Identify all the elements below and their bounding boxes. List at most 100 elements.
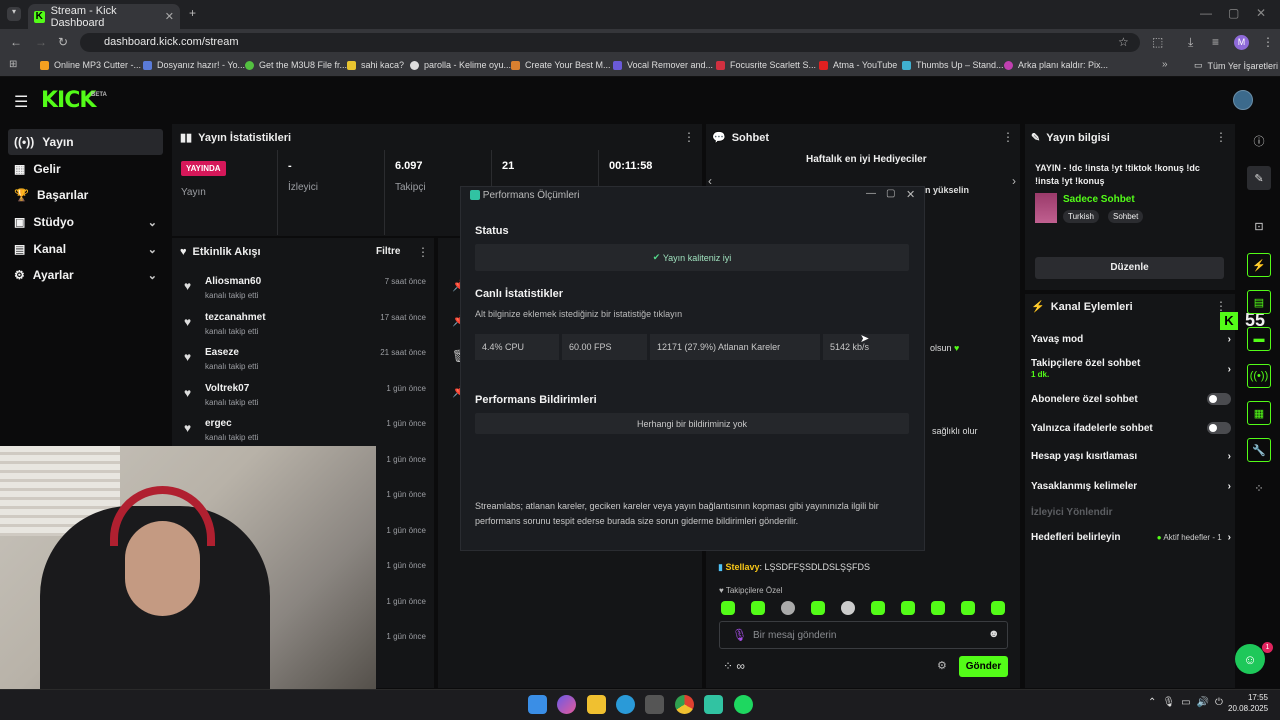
panel-menu-icon[interactable]: ⋮ xyxy=(1002,130,1014,144)
emote-icon[interactable] xyxy=(751,601,765,615)
bookmark-item[interactable]: Online MP3 Cutter -... xyxy=(40,60,141,70)
wrench-icon[interactable]: 🔧 xyxy=(1247,438,1271,462)
browser-menu-icon[interactable]: ⋮ xyxy=(1262,35,1274,49)
goals-row[interactable]: Hedefleri belirleyin ● Aktif hedefler - 1… xyxy=(1031,532,1231,543)
bookmark-item[interactable]: Arka planı kaldır: Pix... xyxy=(1004,60,1108,70)
chrome-icon[interactable] xyxy=(675,695,694,714)
tab-list-button[interactable]: ▾ xyxy=(7,7,21,21)
new-tab-icon[interactable]: + xyxy=(189,6,196,20)
user-avatar[interactable] xyxy=(1233,90,1253,110)
emote-icon[interactable] xyxy=(931,601,945,615)
bookmark-item[interactable]: Get the M3U8 File fr... xyxy=(245,60,347,70)
start-icon[interactable] xyxy=(528,695,547,714)
close-window-icon[interactable]: ✕ xyxy=(1256,6,1266,20)
emote-icon[interactable] xyxy=(991,601,1005,615)
redirect-viewers-row[interactable]: İzleyici Yönlendir xyxy=(1031,507,1231,518)
sidebar-item-settings[interactable]: ⚙ Ayarlar ⌄ xyxy=(8,262,163,288)
store-icon[interactable] xyxy=(645,695,664,714)
info-icon[interactable]: ⓘ xyxy=(1247,129,1271,153)
bookmark-item[interactable]: Thumbs Up – Stand... xyxy=(902,60,1004,70)
bookmarks-overflow-icon[interactable]: » xyxy=(1162,59,1168,70)
bookmark-item[interactable]: Dosyanız hazır! - Yo... xyxy=(143,60,245,70)
chat-bubble-icon[interactable]: ▬ xyxy=(1247,327,1271,351)
emote-icon[interactable] xyxy=(721,601,735,615)
panel-menu-icon[interactable]: ⋮ xyxy=(1215,130,1227,144)
sidebar-item-studio[interactable]: ▣ Stüdyo ⌄ xyxy=(8,209,163,235)
bookmark-star-icon[interactable]: ☆ xyxy=(1118,35,1129,49)
fps-stat[interactable]: 60.00 FPS xyxy=(562,334,647,360)
notes-icon[interactable]: ▤ xyxy=(1247,290,1271,314)
dots-cluster-icon[interactable]: ⁘ xyxy=(1247,476,1271,500)
send-button[interactable]: Gönder xyxy=(959,656,1008,677)
bookmark-item[interactable]: Atma - YouTube xyxy=(819,60,897,70)
tray-icons[interactable]: ⌃🎙▭🔊⏻ xyxy=(1148,697,1229,708)
emote-icon[interactable] xyxy=(961,601,975,615)
account-age-row[interactable]: Hesap yaşı kısıtlaması › xyxy=(1031,451,1231,462)
emote-icon[interactable] xyxy=(901,601,915,615)
sidebar-item-channel[interactable]: ▤ Kanal ⌄ xyxy=(8,236,163,262)
dropped-frames-stat[interactable]: 12171 (27.9%) Atlanan Kareler xyxy=(650,334,820,360)
cpu-stat[interactable]: 4.4% CPU xyxy=(475,334,559,360)
minimize-icon[interactable]: — xyxy=(1200,6,1212,20)
viewers-stat[interactable]: - İzleyici xyxy=(277,150,384,235)
sidebar-item-revenue[interactable]: ▦ Gelir xyxy=(8,156,163,182)
edit-button[interactable]: Düzenle xyxy=(1035,257,1224,279)
copilot-icon[interactable] xyxy=(557,695,576,714)
streamlabs-taskbar-icon[interactable] xyxy=(704,695,723,714)
chevron-right-icon[interactable]: › xyxy=(1012,174,1016,188)
media-icon[interactable]: ≡ xyxy=(1212,35,1219,49)
edge-icon[interactable] xyxy=(616,695,635,714)
chat-input[interactable]: 🎙 Bir mesaj gönderin ☻ xyxy=(719,621,1008,649)
hamburger-menu-icon[interactable]: ☰ xyxy=(14,92,28,112)
panel-menu-icon[interactable]: ⋮ xyxy=(417,245,429,259)
panel-menu-icon[interactable]: ⋮ xyxy=(683,130,695,144)
emote-icon[interactable] xyxy=(871,601,885,615)
sidebar-item-achievements[interactable]: 🏆 Başarılar xyxy=(8,182,163,208)
banned-words-row[interactable]: Yasaklanmış kelimeler › xyxy=(1031,481,1231,492)
edit-icon[interactable]: ✎ xyxy=(1247,166,1271,190)
browser-tab[interactable]: K Stream - Kick Dashboard ✕ xyxy=(28,4,180,29)
filter-button[interactable]: Filtre xyxy=(376,246,400,257)
modal-maximize-icon[interactable]: ▢ xyxy=(886,188,895,199)
emote-icon[interactable] xyxy=(781,601,795,615)
modal-close-icon[interactable]: ✕ xyxy=(906,188,915,201)
layout-icon[interactable]: ▦ xyxy=(1247,401,1271,425)
back-icon[interactable]: ← xyxy=(10,35,22,49)
emote-icon[interactable] xyxy=(841,601,855,615)
bookmark-item[interactable]: parolla - Kelime oyu... xyxy=(410,60,511,70)
emote-chat-toggle[interactable] xyxy=(1207,422,1231,434)
bookmark-item[interactable]: Create Your Best M... xyxy=(511,60,611,70)
emoji-icon[interactable]: ☻ xyxy=(988,628,1000,640)
download-icon[interactable]: ⤓ xyxy=(1188,35,1193,50)
support-chat-button[interactable]: ☺ xyxy=(1235,644,1265,674)
subs-chat-toggle[interactable] xyxy=(1207,393,1231,405)
mic-icon[interactable]: 🎙 xyxy=(732,628,747,642)
bookmark-item[interactable]: Vocal Remover and... xyxy=(613,60,713,70)
bookmark-item[interactable]: Focusrite Scarlett S... xyxy=(716,60,816,70)
broadcast-icon[interactable]: ((•)) xyxy=(1247,364,1271,388)
url-field[interactable]: dashboard.kick.com/stream xyxy=(80,33,1140,52)
file-explorer-icon[interactable] xyxy=(587,695,606,714)
gear-icon[interactable]: ⚙ xyxy=(937,659,947,672)
infinity-icon[interactable]: ⁘ ∞ xyxy=(723,659,745,673)
panel-menu-icon[interactable]: ⋮ xyxy=(1215,299,1227,313)
reload-icon[interactable]: ↻ xyxy=(58,35,68,49)
emote-icon[interactable] xyxy=(811,601,825,615)
maximize-icon[interactable]: ▢ xyxy=(1228,6,1239,20)
slow-mode-row[interactable]: Yavaş mod › xyxy=(1031,334,1231,345)
category-name[interactable]: Sadece Sohbet xyxy=(1063,194,1135,205)
forward-icon[interactable]: → xyxy=(35,35,47,49)
extensions-icon[interactable]: ⬚ xyxy=(1152,35,1163,49)
followers-chat-row[interactable]: Takipçilere özel sohbet 1 dk. › xyxy=(1031,358,1231,380)
profile-avatar[interactable]: M xyxy=(1234,35,1249,50)
tab-close-icon[interactable]: ✕ xyxy=(165,10,174,23)
spotify-icon[interactable] xyxy=(734,695,753,714)
kick-logo[interactable]: KICK xyxy=(41,88,96,113)
screenshot-icon[interactable]: ⊡ xyxy=(1247,214,1271,238)
apps-grid-icon[interactable]: ⊞ xyxy=(9,59,17,70)
all-bookmarks-folder[interactable]: ▭ Tüm Yer İşaretleri xyxy=(1194,60,1278,71)
clock[interactable]: 17:55 20.08.2025 xyxy=(1228,692,1268,714)
modal-minimize-icon[interactable]: — xyxy=(866,188,876,199)
sidebar-item-stream[interactable]: ((•)) Yayın xyxy=(8,129,163,155)
quick-action-icon[interactable]: ⚡ xyxy=(1247,253,1271,277)
